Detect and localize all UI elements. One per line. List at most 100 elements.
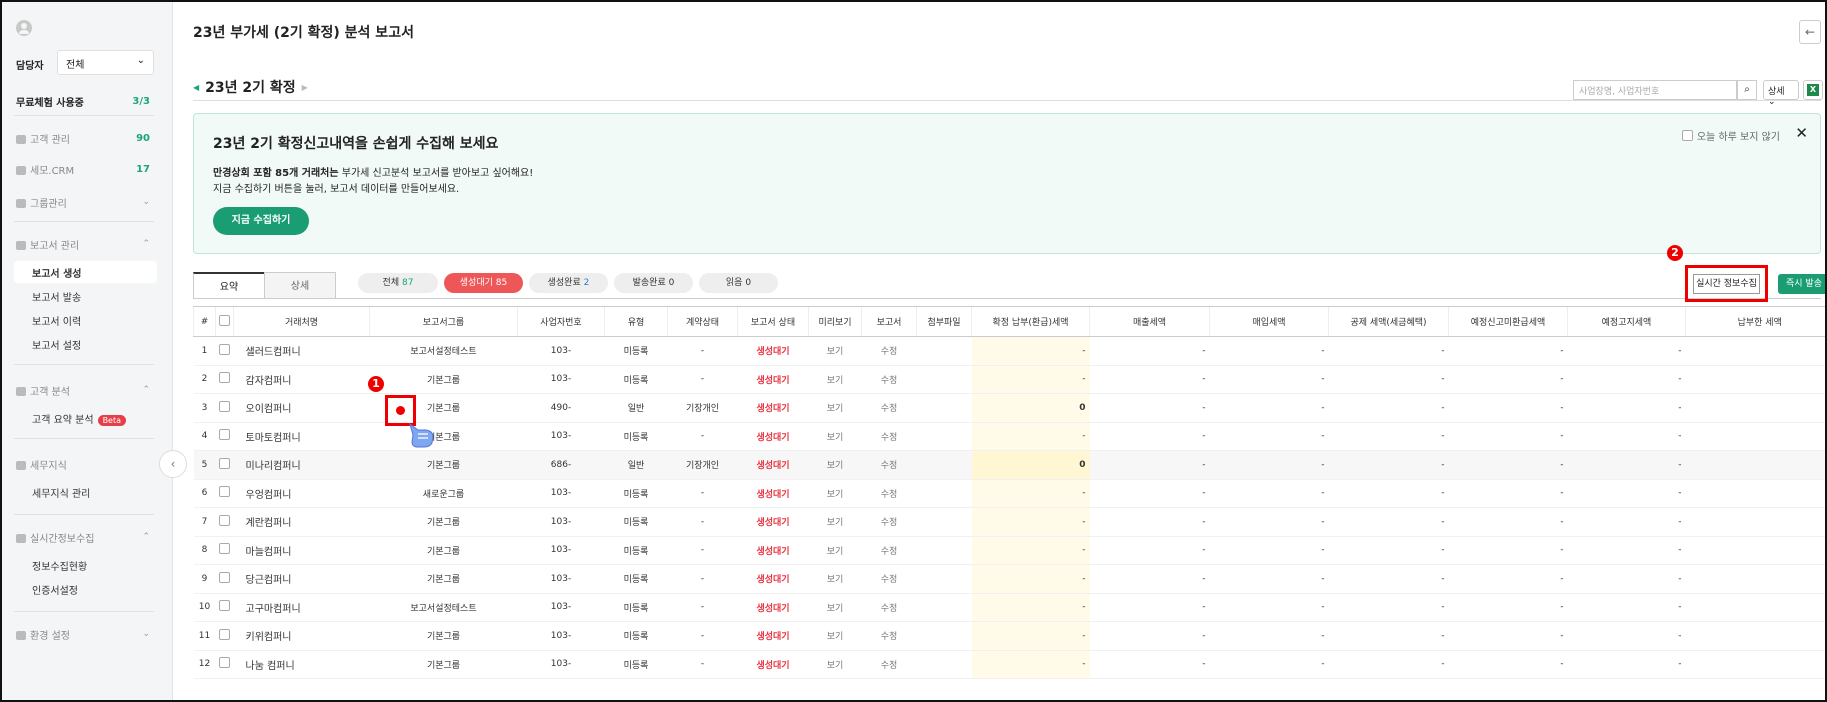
tab-summary[interactable]: 요약 bbox=[193, 272, 265, 299]
avatar[interactable] bbox=[16, 20, 32, 36]
detail-dropdown[interactable]: 상세 ⌄ bbox=[1763, 80, 1799, 107]
checkbox[interactable] bbox=[219, 457, 230, 469]
sidebar-item-report-create[interactable]: 보고서 생성 bbox=[14, 261, 157, 283]
back-button[interactable]: ← bbox=[1799, 20, 1821, 44]
client-name[interactable]: 미나리컴퍼니 bbox=[233, 450, 370, 480]
client-name[interactable]: 오이컴퍼니 bbox=[233, 393, 370, 423]
sidebar-section-customer-analysis[interactable]: 고객 분석 ⌃ bbox=[16, 382, 150, 398]
filter-created[interactable]: 생성완료 2 bbox=[529, 273, 608, 293]
table-row[interactable]: 9 당근컴퍼니 기본그룹 103- 미등록 - 생성대기 보기 수정 - - - - - - bbox=[193, 564, 1825, 594]
sidebar-item-semo-crm[interactable]: 세모.CRM 17 bbox=[16, 161, 150, 177]
edit-report-link[interactable]: 수정 bbox=[861, 450, 917, 480]
checkbox[interactable] bbox=[219, 372, 230, 384]
sidebar-item-report-send[interactable]: 보고서 발송 bbox=[14, 285, 157, 307]
excel-button[interactable]: X bbox=[1803, 80, 1823, 100]
client-name[interactable]: 당근컴퍼니 bbox=[233, 564, 370, 594]
table-row[interactable]: 4 토마토컴퍼니 기본그룹 103- 미등록 - 생성대기 보기 수정 - - - - - - bbox=[193, 422, 1825, 451]
edit-report-link[interactable]: 수정 bbox=[861, 393, 917, 423]
client-name[interactable]: 토마토컴퍼니 bbox=[233, 422, 370, 451]
sidebar-item-customer-summary[interactable]: 고객 요약 분석 Beta bbox=[14, 407, 157, 429]
collapse-sidebar-button[interactable]: ‹ bbox=[159, 450, 187, 478]
preview-link[interactable]: 보기 bbox=[808, 393, 862, 423]
preview-link[interactable]: 보기 bbox=[808, 450, 862, 480]
checkbox[interactable] bbox=[219, 343, 230, 355]
manager-select[interactable]: 전체 ⌄ bbox=[57, 50, 154, 75]
client-name[interactable]: 키위컴퍼니 bbox=[233, 621, 370, 651]
row-checkbox[interactable] bbox=[215, 393, 234, 423]
preview-link[interactable]: 보기 bbox=[808, 479, 862, 508]
client-name[interactable]: 우엉컴퍼니 bbox=[233, 479, 370, 508]
row-checkbox[interactable] bbox=[215, 536, 234, 565]
row-checkbox[interactable] bbox=[215, 564, 234, 594]
client-name[interactable]: 계란컴퍼니 bbox=[233, 507, 370, 537]
preview-link[interactable]: 보기 bbox=[808, 365, 862, 394]
row-checkbox[interactable] bbox=[215, 593, 234, 622]
table-row[interactable]: 11 키위컴퍼니 기본그룹 103- 미등록 - 생성대기 보기 수정 - - - - - - bbox=[193, 621, 1825, 651]
edit-report-link[interactable]: 수정 bbox=[861, 336, 917, 366]
checkbox[interactable] bbox=[219, 400, 230, 412]
row-checkbox[interactable] bbox=[215, 479, 234, 508]
preview-link[interactable]: 보기 bbox=[808, 593, 862, 622]
sidebar-section-tax-knowledge[interactable]: 세무지식 bbox=[16, 456, 150, 472]
hide-today-checkbox[interactable]: 오늘 하루 보지 않기 bbox=[1681, 128, 1780, 143]
client-name[interactable]: 마늘컴퍼니 bbox=[233, 536, 370, 565]
sidebar-section-env-settings[interactable]: 환경 설정 ⌄ bbox=[16, 626, 150, 642]
tab-detail[interactable]: 상세 bbox=[264, 272, 336, 299]
preview-link[interactable]: 보기 bbox=[808, 507, 862, 537]
row-checkbox[interactable] bbox=[215, 336, 234, 366]
sidebar-section-realtime-info[interactable]: 실시간정보수집 ⌃ bbox=[16, 529, 150, 545]
checkbox[interactable] bbox=[219, 571, 230, 583]
edit-report-link[interactable]: 수정 bbox=[861, 593, 917, 622]
table-row[interactable]: 8 마늘컴퍼니 기본그룹 103- 미등록 - 생성대기 보기 수정 - - - - - - bbox=[193, 536, 1825, 565]
row-checkbox[interactable] bbox=[215, 365, 234, 394]
edit-report-link[interactable]: 수정 bbox=[861, 650, 917, 679]
sidebar-item-customer-mgmt[interactable]: 고객 관리 90 bbox=[16, 130, 150, 146]
sidebar-item-info-status[interactable]: 정보수집현황 bbox=[14, 554, 157, 576]
sidebar-item-cert-settings[interactable]: 인증서설정 bbox=[14, 578, 157, 600]
sidebar-item-tax-knowledge-mgmt[interactable]: 세무지식 관리 bbox=[14, 481, 157, 503]
edit-report-link[interactable]: 수정 bbox=[861, 507, 917, 537]
close-icon[interactable]: ✕ bbox=[1795, 124, 1808, 142]
table-row[interactable]: 1 샐러드컴퍼니 보고서설정테스트 103- 미등록 - 생성대기 보기 수정 - - - - - - bbox=[193, 336, 1825, 366]
checkbox[interactable] bbox=[219, 486, 230, 498]
search-input[interactable]: 사업장명, 사업자번호 bbox=[1573, 80, 1737, 100]
row-checkbox[interactable] bbox=[215, 621, 234, 651]
client-name[interactable]: 고구마컴퍼니 bbox=[233, 593, 370, 622]
sidebar-item-report-history[interactable]: 보고서 이력 bbox=[14, 309, 157, 331]
client-name[interactable]: 나눔 컴퍼니 bbox=[233, 650, 370, 679]
client-name[interactable]: 샐러드컴퍼니 bbox=[233, 336, 370, 366]
checkbox[interactable] bbox=[219, 600, 230, 612]
table-row[interactable]: 5 미나리컴퍼니 기본그룹 686- 일반 기장개인 생성대기 보기 수정 0- - - - - bbox=[193, 450, 1825, 480]
table-row[interactable]: 6 우엉컴퍼니 새로운그룹 103- 미등록 - 생성대기 보기 수정 - - - - - - bbox=[193, 479, 1825, 508]
table-row[interactable]: 10 고구마컴퍼니 보고서설정테스트 103- 미등록 - 생성대기 보기 수정 - - - - - - bbox=[193, 593, 1825, 622]
column-header[interactable] bbox=[215, 306, 234, 337]
row-checkbox[interactable] bbox=[215, 507, 234, 537]
edit-report-link[interactable]: 수정 bbox=[861, 479, 917, 508]
preview-link[interactable]: 보기 bbox=[808, 564, 862, 594]
edit-report-link[interactable]: 수정 bbox=[861, 536, 917, 565]
table-row[interactable]: 3 오이컴퍼니 기본그룹 490- 일반 기장개인 생성대기 보기 수정 0- - - - - bbox=[193, 393, 1825, 423]
edit-report-link[interactable]: 수정 bbox=[861, 564, 917, 594]
filter-all[interactable]: 전체 87 bbox=[358, 273, 438, 293]
checkbox[interactable] bbox=[219, 628, 230, 640]
checkbox[interactable] bbox=[219, 543, 230, 555]
edit-report-link[interactable]: 수정 bbox=[861, 365, 917, 394]
prev-period-icon[interactable]: ◀ bbox=[193, 83, 199, 92]
row-checkbox[interactable] bbox=[215, 422, 234, 451]
sidebar-section-report-mgmt[interactable]: 보고서 관리 ⌃ bbox=[16, 236, 150, 252]
preview-link[interactable]: 보기 bbox=[808, 336, 862, 366]
client-name[interactable]: 감자컴퍼니 bbox=[233, 365, 370, 394]
collect-now-button[interactable]: 지금 수집하기 bbox=[213, 207, 309, 235]
select-all-checkbox[interactable] bbox=[219, 314, 230, 326]
table-row[interactable]: 12 나눔 컴퍼니 기본그룹 103- 미등록 - 생성대기 보기 수정 - - - - - - bbox=[193, 650, 1825, 679]
row-checkbox[interactable] bbox=[215, 450, 234, 480]
checkbox[interactable] bbox=[219, 429, 230, 441]
edit-report-link[interactable]: 수정 bbox=[861, 621, 917, 651]
sidebar-item-group-mgmt[interactable]: 그룹관리 ⌄ bbox=[16, 194, 150, 210]
preview-link[interactable]: 보기 bbox=[808, 621, 862, 651]
table-row[interactable]: 2 감자컴퍼니 기본그룹 103- 미등록 - 생성대기 보기 수정 - - - - - - bbox=[193, 365, 1825, 394]
sidebar-item-report-settings[interactable]: 보고서 설정 bbox=[14, 333, 157, 355]
edit-report-link[interactable]: 수정 bbox=[861, 422, 917, 451]
table-row[interactable]: 7 계란컴퍼니 기본그룹 103- 미등록 - 생성대기 보기 수정 - - - - - - bbox=[193, 507, 1825, 537]
search-button[interactable]: ⌕ bbox=[1737, 80, 1757, 100]
